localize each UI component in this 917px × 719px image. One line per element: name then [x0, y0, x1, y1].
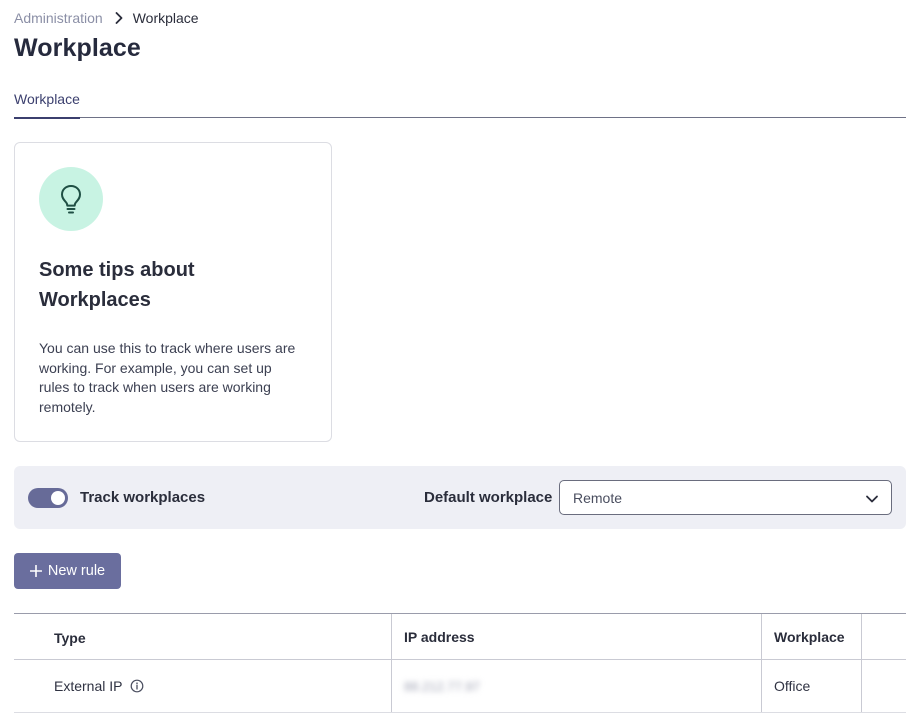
toggle-knob [51, 491, 65, 505]
tips-title: Some tips about Workplaces [39, 259, 195, 311]
lightbulb-icon [39, 167, 103, 231]
workplace-settings-bar: Track workplaces Default workplace Remot… [14, 466, 906, 529]
cell-type: External IP [14, 660, 391, 712]
rules-table: Type IP address Workplace External IP 88… [14, 613, 906, 713]
tab-workplace[interactable]: Workplace [14, 90, 80, 119]
plus-icon [29, 565, 42, 577]
cell-actions [861, 660, 906, 712]
default-workplace-select[interactable]: Remote [559, 480, 892, 515]
column-header-workplace[interactable]: Workplace [761, 614, 861, 659]
chevron-right-icon [115, 12, 123, 24]
ip-address-text: 88.212.77.97 [404, 678, 480, 694]
rule-type-text: External IP [54, 678, 123, 694]
column-header-type[interactable]: Type [14, 614, 391, 659]
default-workplace-value: Remote [573, 490, 623, 506]
tips-body: You can use this to track where users ar… [39, 340, 296, 415]
column-header-actions [861, 614, 906, 659]
new-rule-button[interactable]: New rule [14, 553, 121, 589]
breadcrumb: Administration Workplace [14, 9, 199, 27]
table-row[interactable]: External IP 88.212.77.97 Office [14, 660, 906, 713]
track-workplaces-toggle[interactable] [28, 488, 68, 508]
page-title: Workplace [14, 34, 141, 62]
chevron-down-icon [865, 492, 879, 506]
rule-workplace-text: Office [774, 678, 811, 694]
tips-card: Some tips about Workplaces You can use t… [14, 142, 332, 442]
breadcrumb-link-administration[interactable]: Administration [14, 10, 103, 26]
info-icon[interactable] [130, 679, 144, 693]
column-header-ip-address[interactable]: IP address [391, 614, 761, 659]
cell-ip-address: 88.212.77.97 [391, 660, 761, 712]
track-workplaces-label: Track workplaces [80, 489, 206, 506]
tab-bar: Workplace [14, 90, 906, 119]
cell-workplace: Office [761, 660, 861, 712]
table-header-row: Type IP address Workplace [14, 614, 906, 660]
breadcrumb-current: Workplace [132, 10, 199, 26]
new-rule-label: New rule [47, 563, 106, 579]
default-workplace-label: Default workplace [424, 489, 553, 506]
